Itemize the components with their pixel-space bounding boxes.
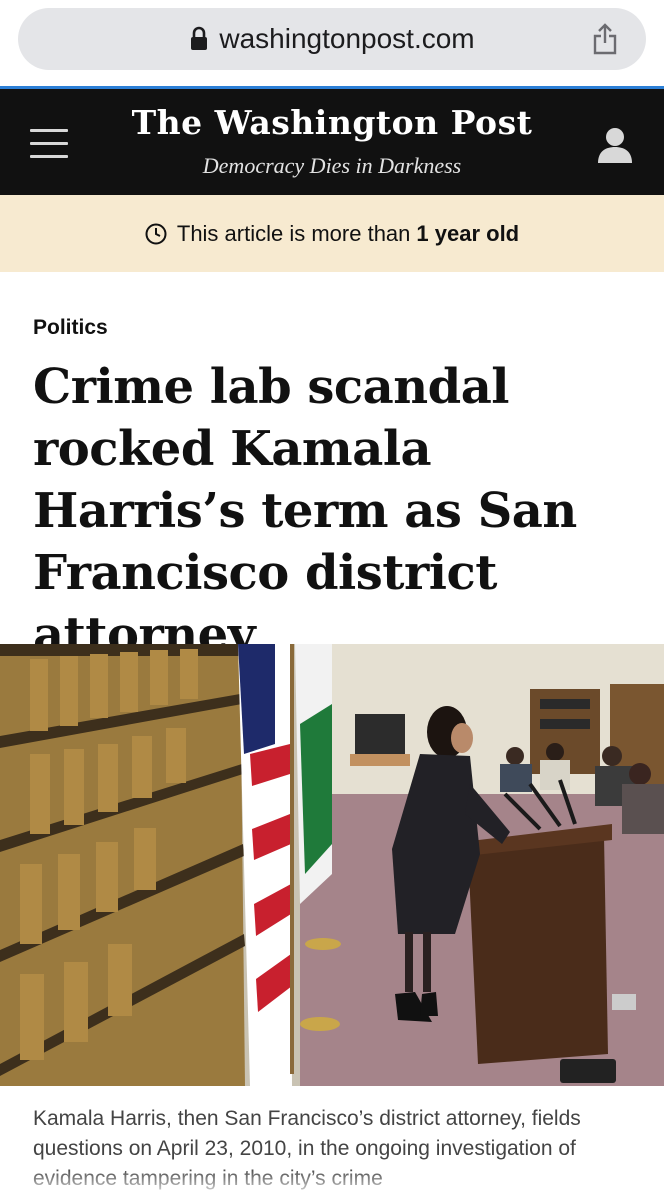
url-text: washingtonpost.com — [219, 23, 475, 54]
lock-icon — [189, 26, 209, 52]
age-banner-text: This article is more than — [176, 220, 411, 246]
article-age-banner: This article is more than 1 year old — [0, 195, 664, 272]
age-banner-bold: 1 year old — [416, 220, 520, 246]
bottom-fade — [0, 1168, 664, 1200]
section-kicker[interactable]: Politics — [33, 316, 108, 340]
address-bar[interactable]: washingtonpost.com — [18, 8, 646, 70]
clock-icon — [145, 223, 167, 244]
article-headline: Crime lab scandal rocked Kamala Harris’s… — [33, 359, 577, 663]
site-tagline: Democracy Dies in Darkness — [202, 153, 462, 178]
lead-photo[interactable] — [0, 644, 664, 1086]
site-masthead: The Washington Post Democracy Dies in Da… — [0, 86, 664, 195]
user-account-icon[interactable] — [596, 127, 634, 163]
site-logo[interactable]: The Washington Post — [0, 103, 664, 142]
browser-toolbar: washingtonpost.com — [0, 0, 664, 86]
share-icon[interactable] — [592, 22, 618, 56]
